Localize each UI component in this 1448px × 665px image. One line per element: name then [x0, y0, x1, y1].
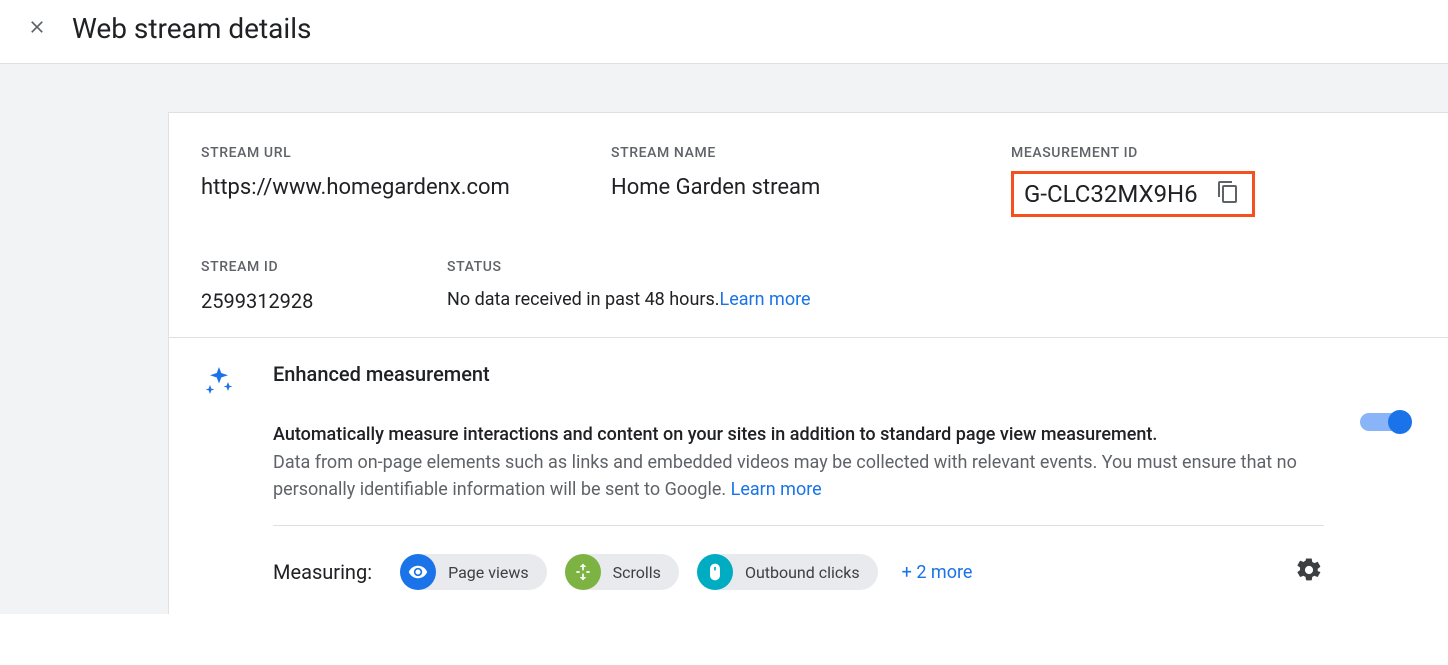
- eye-icon: [400, 554, 436, 590]
- stream-url-label: STREAM URL: [201, 145, 611, 161]
- stream-url-block: STREAM URL https://www.homegardenx.com: [201, 145, 611, 221]
- enhanced-measurement-toggle[interactable]: [1360, 410, 1412, 434]
- status-value: No data received in past 48 hours.: [447, 289, 720, 310]
- page-title: Web stream details: [72, 12, 311, 45]
- measuring-row: Measuring: Page views Scro: [273, 525, 1324, 590]
- more-events-link[interactable]: + 2 more: [902, 562, 973, 583]
- stream-name-value: Home Garden stream: [611, 175, 1011, 200]
- enhanced-title: Enhanced measurement: [273, 362, 1324, 386]
- stream-url-value: https://www.homegardenx.com: [201, 175, 611, 200]
- measuring-chips: Page views Scrolls Outbo: [400, 554, 972, 590]
- chip-page-views-label: Page views: [448, 563, 529, 582]
- measurement-id-value: G-CLC32MX9H6: [1024, 180, 1198, 208]
- stream-id-label: STREAM ID: [201, 259, 447, 275]
- enhanced-line-1: Automatically measure interactions and c…: [273, 424, 1324, 445]
- stream-name-label: STREAM NAME: [611, 145, 1011, 161]
- page-header: Web stream details: [0, 0, 1448, 64]
- close-icon: [27, 17, 47, 41]
- mouse-icon: [697, 554, 733, 590]
- status-learn-more-link[interactable]: Learn more: [720, 289, 811, 310]
- status-line: No data received in past 48 hours.Learn …: [447, 289, 811, 310]
- toggle-thumb: [1388, 410, 1412, 434]
- enhanced-learn-more-link[interactable]: Learn more: [731, 479, 822, 500]
- copy-icon: [1216, 180, 1240, 208]
- enhanced-settings-button[interactable]: [1294, 557, 1324, 587]
- measurement-id-block: MEASUREMENT ID G-CLC32MX9H6: [1011, 145, 1255, 221]
- enhanced-description: Automatically measure interactions and c…: [273, 424, 1324, 503]
- enhanced-body: Enhanced measurement Automatically measu…: [273, 362, 1324, 590]
- status-label: STATUS: [447, 259, 811, 275]
- measurement-id-highlight: G-CLC32MX9H6: [1011, 171, 1255, 217]
- stream-card: STREAM URL https://www.homegardenx.com S…: [168, 112, 1448, 614]
- chip-page-views: Page views: [400, 554, 547, 590]
- stream-id-block: STREAM ID 2599312928: [201, 259, 447, 313]
- summary-row-2: STREAM ID 2599312928 STATUS No data rece…: [201, 259, 1416, 313]
- measuring-label: Measuring:: [273, 560, 372, 584]
- chip-outbound-clicks: Outbound clicks: [697, 554, 878, 590]
- copy-measurement-id-button[interactable]: [1214, 180, 1242, 208]
- scroll-icon: [565, 554, 601, 590]
- measurement-id-label: MEASUREMENT ID: [1011, 145, 1255, 161]
- chip-scrolls-label: Scrolls: [613, 563, 661, 582]
- enhanced-line-2: Data from on-page elements such as links…: [273, 449, 1324, 503]
- stream-summary: STREAM URL https://www.homegardenx.com S…: [169, 113, 1448, 337]
- chip-scrolls: Scrolls: [565, 554, 679, 590]
- stream-name-block: STREAM NAME Home Garden stream: [611, 145, 1011, 221]
- close-button[interactable]: [24, 16, 50, 42]
- stream-id-value: 2599312928: [201, 289, 447, 313]
- summary-row-1: STREAM URL https://www.homegardenx.com S…: [201, 145, 1416, 221]
- status-block: STATUS No data received in past 48 hours…: [447, 259, 811, 313]
- chip-outbound-clicks-label: Outbound clicks: [745, 563, 860, 582]
- page-body: STREAM URL https://www.homegardenx.com S…: [0, 64, 1448, 614]
- enhanced-measurement-section: Enhanced measurement Automatically measu…: [169, 338, 1448, 614]
- sparkle-icon: [201, 364, 237, 400]
- gear-icon: [1295, 556, 1323, 588]
